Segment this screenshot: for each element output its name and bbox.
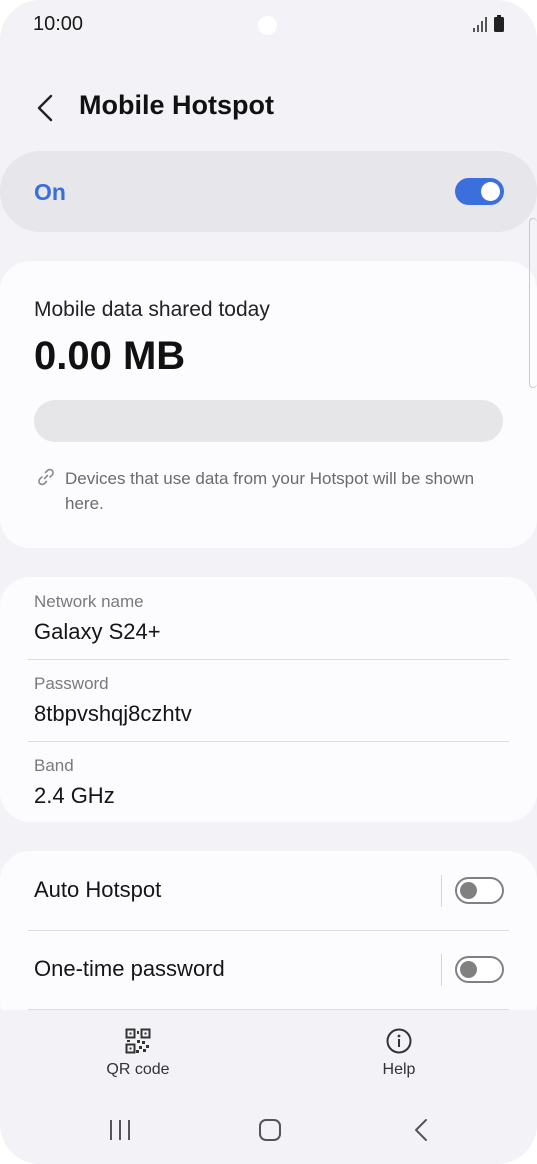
qr-code-icon xyxy=(125,1028,151,1054)
hotspot-master-switch[interactable]: On xyxy=(0,151,537,232)
recent-apps-button[interactable] xyxy=(100,1115,140,1145)
network-name-row[interactable]: Network name Galaxy S24+ xyxy=(0,577,537,659)
network-name-value: Galaxy S24+ xyxy=(34,619,161,644)
password-value: 8tbpvshqj8czhtv xyxy=(34,701,192,726)
toggle-knob xyxy=(481,182,500,201)
home-button[interactable] xyxy=(250,1115,290,1145)
band-value: 2.4 GHz xyxy=(34,783,115,808)
link-icon xyxy=(38,468,54,486)
page-title: Mobile Hotspot xyxy=(79,90,274,120)
app-header: Mobile Hotspot xyxy=(0,78,537,138)
bottom-bar: QR code Help xyxy=(0,1010,537,1164)
back-button[interactable] xyxy=(28,88,62,128)
status-time: 10:00 xyxy=(33,13,84,35)
data-usage-value: 0.00 MB xyxy=(34,334,186,378)
auto-hotspot-label: Auto Hotspot xyxy=(34,877,162,902)
data-usage-card: Mobile data shared today 0.00 MB Devices… xyxy=(0,261,537,548)
qr-code-label: QR code xyxy=(106,1061,170,1078)
help-icon xyxy=(386,1028,412,1054)
network-settings-card: Network name Galaxy S24+ Password 8tbpvs… xyxy=(0,577,537,822)
qr-code-button[interactable]: QR code xyxy=(78,1026,198,1086)
one-time-password-label: One-time password xyxy=(34,956,225,981)
password-row[interactable]: Password 8tbpvshqj8czhtv xyxy=(0,659,537,741)
data-usage-title: Mobile data shared today xyxy=(34,298,270,321)
vertical-separator xyxy=(441,875,442,907)
chevron-left-icon xyxy=(37,94,53,122)
toggle-knob xyxy=(460,961,477,978)
scroll-indicator[interactable] xyxy=(529,218,537,388)
one-time-password-toggle[interactable] xyxy=(455,956,504,983)
auto-hotspot-toggle[interactable] xyxy=(455,877,504,904)
one-time-password-row[interactable]: One-time password xyxy=(0,930,537,1009)
help-label: Help xyxy=(382,1061,416,1078)
status-bar: 10:00 xyxy=(0,0,537,50)
battery-icon xyxy=(494,15,504,32)
nav-back-button[interactable] xyxy=(401,1115,441,1145)
recent-apps-icon xyxy=(110,1120,130,1140)
hotspot-options-card: Auto Hotspot One-time password xyxy=(0,851,537,1031)
hotspot-toggle[interactable] xyxy=(455,178,504,205)
band-row[interactable]: Band 2.4 GHz xyxy=(0,741,537,823)
band-label: Band xyxy=(34,756,74,775)
back-icon xyxy=(415,1119,427,1141)
master-switch-label: On xyxy=(34,179,66,205)
data-usage-bar xyxy=(34,400,503,442)
devices-note: Devices that use data from your Hotspot … xyxy=(65,469,475,513)
network-name-label: Network name xyxy=(34,592,144,611)
signal-icon xyxy=(473,17,487,32)
phone-screen: 10:00 Mobile Hotspot On Mobile data shar… xyxy=(0,0,537,1164)
password-label: Password xyxy=(34,674,109,693)
toggle-knob xyxy=(460,882,477,899)
auto-hotspot-row[interactable]: Auto Hotspot xyxy=(0,851,537,930)
vertical-separator xyxy=(441,954,442,986)
help-button[interactable]: Help xyxy=(339,1026,459,1086)
front-camera xyxy=(258,16,277,35)
home-icon xyxy=(259,1119,281,1141)
